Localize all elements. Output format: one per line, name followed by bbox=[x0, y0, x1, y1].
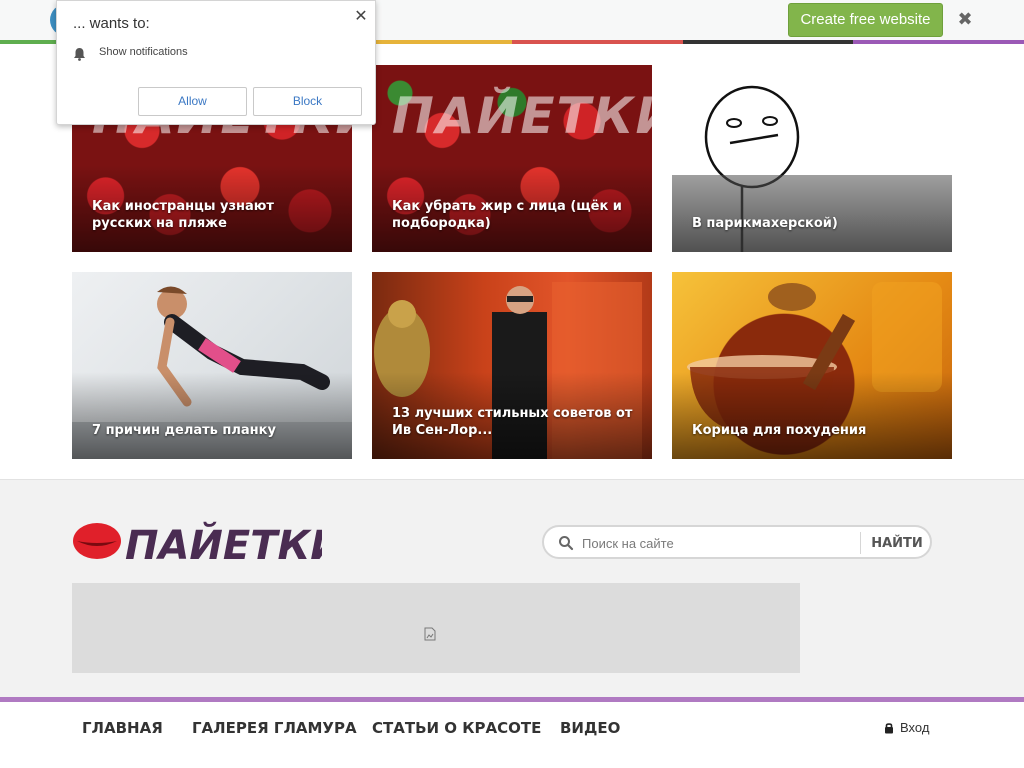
article-card[interactable]: ПАЙЕТКИ Как убрать жир с лица (щёк и под… bbox=[372, 65, 652, 252]
article-caption[interactable]: Корица для похудения bbox=[692, 422, 936, 439]
search-box: НАЙТИ bbox=[542, 525, 932, 559]
stripe-segment bbox=[853, 40, 1024, 44]
brand-watermark: ПАЙЕТКИ bbox=[392, 87, 652, 145]
permission-label: Show notifications bbox=[99, 46, 188, 58]
close-promo-icon[interactable]: ✖ bbox=[955, 10, 975, 30]
lock-icon bbox=[885, 722, 893, 733]
caption-shade bbox=[672, 372, 952, 459]
popup-title: ... wants to: bbox=[73, 15, 150, 32]
article-card[interactable]: 13 лучших стильных советов от Ив Сен-Лор… bbox=[372, 272, 652, 459]
article-caption[interactable]: 7 причин делать планку bbox=[92, 422, 336, 439]
article-caption[interactable]: Как убрать жир с лица (щёк и подбородка) bbox=[392, 198, 636, 232]
stripe-segment bbox=[682, 40, 854, 44]
ad-placeholder bbox=[72, 583, 800, 673]
search-icon bbox=[559, 536, 574, 551]
article-caption[interactable]: 13 лучших стильных советов от Ив Сен-Лор… bbox=[392, 405, 636, 439]
bell-icon bbox=[74, 48, 85, 61]
nav-item-home[interactable]: ГЛАВНАЯ bbox=[82, 719, 163, 737]
close-icon[interactable]: ✕ bbox=[353, 7, 369, 25]
article-card[interactable]: В парикмахерской) bbox=[672, 65, 952, 252]
login-label: Вход bbox=[900, 720, 930, 735]
nav-item-video[interactable]: ВИДЕО bbox=[560, 719, 620, 737]
logo-text: ПАЙЕТКИ bbox=[125, 521, 322, 567]
notification-permission-popup: ... wants to: ✕ Show notifications Allow… bbox=[56, 0, 376, 125]
site-logo[interactable]: ПАЙЕТКИ bbox=[72, 515, 322, 567]
allow-button[interactable]: Allow bbox=[138, 87, 247, 116]
nav-item-beauty-articles[interactable]: СТАТЬИ О КРАСОТЕ bbox=[372, 719, 541, 737]
article-caption[interactable]: В парикмахерской) bbox=[692, 215, 936, 232]
article-card[interactable]: 7 причин делать планку bbox=[72, 272, 352, 459]
nav-item-gallery[interactable]: ГАЛЕРЕЯ ГЛАМУРА bbox=[192, 719, 357, 737]
stripe-segment bbox=[512, 40, 683, 44]
create-website-button[interactable]: Create free website bbox=[788, 3, 943, 37]
search-button[interactable]: НАЙТИ bbox=[866, 530, 928, 556]
block-button[interactable]: Block bbox=[253, 87, 362, 116]
article-card[interactable]: Корица для похудения bbox=[672, 272, 952, 459]
login-link[interactable]: Вход bbox=[884, 720, 929, 735]
article-caption[interactable]: Как иностранцы узнают русских на пляже bbox=[92, 198, 336, 232]
search-input[interactable] bbox=[582, 531, 857, 555]
caption-shade bbox=[72, 372, 352, 459]
caption-shade bbox=[672, 175, 952, 252]
main-nav: ГЛАВНАЯ ГАЛЕРЕЯ ГЛАМУРА СТАТЬИ О КРАСОТЕ… bbox=[0, 702, 1024, 768]
broken-image-icon bbox=[424, 627, 436, 641]
search-divider bbox=[860, 532, 861, 554]
